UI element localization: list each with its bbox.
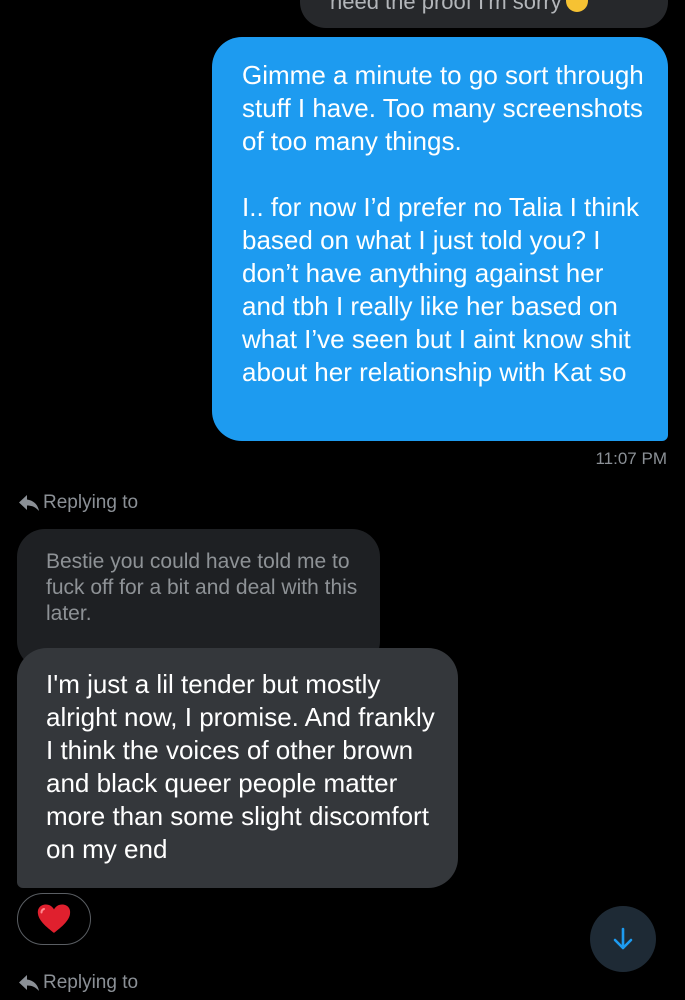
reply-arrow-icon — [19, 495, 39, 511]
arrow-down-icon — [613, 927, 633, 950]
previous-message-bubble[interactable]: need the proof I'm sorry — [300, 0, 668, 28]
incoming-message-bubble[interactable]: I'm just a lil tender but mostly alright… — [17, 648, 458, 888]
replying-to-text: Replying to — [43, 492, 139, 513]
red-heart-icon — [37, 904, 71, 933]
heart-reaction[interactable] — [17, 893, 91, 945]
outgoing-message-paragraph-1: Gimme a minute to go sort through stuff … — [242, 60, 644, 156]
next-replying-to-label[interactable]: Replying to — [18, 972, 138, 994]
scroll-to-bottom-button[interactable] — [590, 906, 656, 972]
reply-arrow-icon — [19, 975, 39, 991]
outgoing-message-paragraph-2: I.. for now I’d prefer no Talia I think … — [242, 192, 639, 387]
outgoing-message-bubble[interactable]: Gimme a minute to go sort through stuff … — [212, 37, 668, 441]
message-timestamp: 11:07 PM — [595, 449, 667, 468]
replying-to-label[interactable]: Replying to — [18, 492, 138, 514]
previous-message-text: need the proof I'm sorry — [330, 0, 588, 16]
fearful-face-emoji-icon — [565, 0, 588, 12]
quoted-message-text: Bestie you could have told me to fuck of… — [46, 550, 358, 625]
incoming-message-text: I'm just a lil tender but mostly alright… — [46, 669, 435, 864]
next-replying-to-text: Replying to — [43, 972, 139, 993]
